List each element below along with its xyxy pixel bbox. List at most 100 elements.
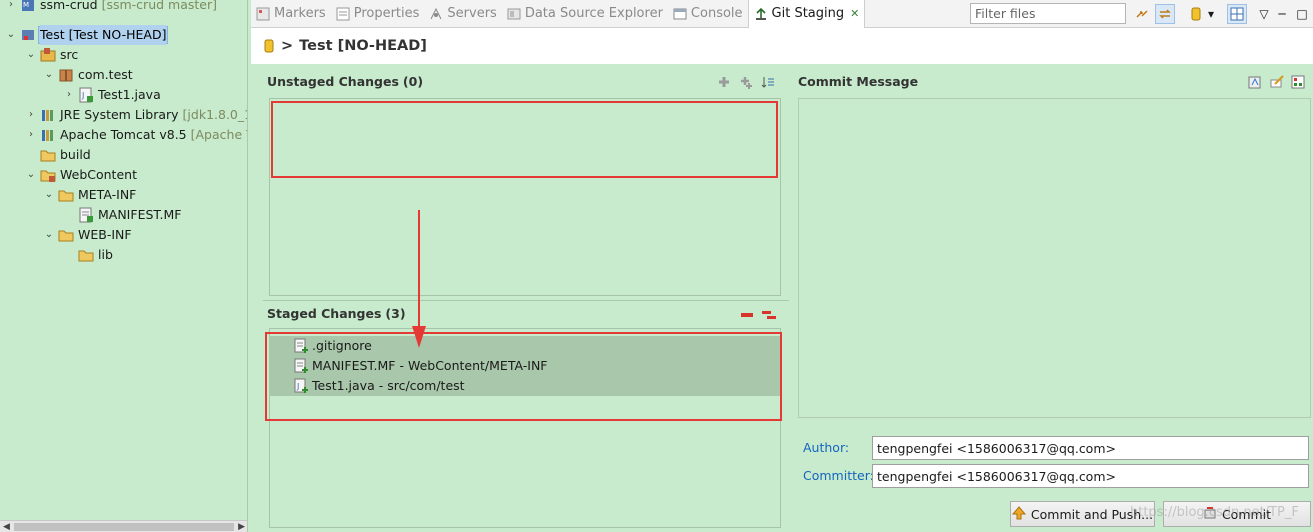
tree-item-label: META-INF	[78, 187, 137, 202]
tab-git-staging[interactable]: Git Staging ✕	[747, 0, 866, 28]
chevron-down-icon[interactable]: ⌄	[24, 165, 38, 185]
folder-icon	[40, 167, 56, 183]
scroll-left-icon[interactable]: ◀	[3, 521, 10, 532]
scrollbar-thumb[interactable]	[14, 523, 234, 531]
signed-off-icon[interactable]	[1269, 74, 1285, 90]
view-menu-icon[interactable]: ▽	[1254, 4, 1274, 24]
unstaged-count: (0)	[402, 73, 424, 89]
chevron-down-icon[interactable]: ⌄	[42, 185, 56, 205]
unstaged-header: Unstaged Changes (0)	[263, 68, 783, 94]
tree-item-label: Test [Test NO-HEAD]	[40, 25, 167, 45]
svg-text:M: M	[23, 1, 29, 9]
staged-toolbar	[739, 307, 777, 323]
tab-data-source-explorer[interactable]: Data Source Explorer	[502, 0, 668, 28]
tree-item-manifest[interactable]: MANIFEST.MF	[62, 205, 182, 225]
chevron-down-icon[interactable]: ⌄	[42, 225, 56, 245]
committer-field[interactable]	[872, 464, 1309, 488]
stage-all-icon[interactable]	[738, 74, 754, 90]
tree-item-lib[interactable]: lib	[62, 245, 113, 265]
tab-console[interactable]: Console	[668, 0, 748, 28]
tab-properties[interactable]: Properties	[331, 0, 425, 28]
tree-item-label: src	[60, 47, 79, 62]
scroll-right-icon[interactable]: ▶	[238, 521, 245, 532]
staged-count: (3)	[385, 306, 406, 321]
unstaged-list[interactable]	[269, 98, 781, 296]
tab-label: Console	[690, 6, 743, 21]
staged-file-gitignore[interactable]: .gitignore	[269, 336, 781, 356]
repository-title: Test [NO-HEAD]	[299, 38, 427, 54]
tree-item-jre[interactable]: › JRE System Library [jdk1.8.0_191	[24, 105, 247, 125]
link-selection-icon[interactable]	[1132, 4, 1152, 24]
tree-item-src[interactable]: ⌄ src	[24, 45, 78, 65]
add-change-id-icon[interactable]	[1291, 74, 1307, 90]
tree-item-test1-java[interactable]: › J Test1.java	[62, 85, 161, 105]
git-project-icon	[20, 27, 36, 43]
tab-label: Data Source Explorer	[524, 6, 663, 21]
tree-item-label: lib	[98, 247, 113, 262]
amend-icon[interactable]	[1247, 74, 1263, 90]
file-label: Test1.java - src/com/test	[312, 378, 465, 393]
tree-item-test[interactable]: ⌄ Test [Test NO-HEAD]	[4, 25, 167, 45]
stage-icon[interactable]	[716, 74, 732, 90]
chevron-down-icon[interactable]: ⌄	[24, 45, 38, 65]
horizontal-scrollbar[interactable]: ◀ ▶	[0, 520, 247, 532]
sort-icon[interactable]	[760, 74, 776, 90]
tree-item-tomcat[interactable]: › Apache Tomcat v8.5 [Apache To	[24, 125, 247, 145]
git-project-icon: M	[20, 0, 36, 13]
java-file-added-icon: J	[293, 378, 309, 394]
tree-item-meta-inf[interactable]: ⌄ META-INF	[42, 185, 137, 205]
staged-file-manifest[interactable]: MANIFEST.MF - WebContent/META-INF	[269, 356, 781, 376]
repository-icon[interactable]	[1186, 4, 1206, 24]
maximize-icon[interactable]: □	[1292, 4, 1312, 24]
watermark: https://blog.csdn.net/TP_F	[1130, 505, 1299, 520]
unstage-icon[interactable]	[739, 307, 755, 323]
git-staging-icon	[754, 7, 768, 21]
author-label: Author:	[803, 440, 850, 455]
chevron-down-icon[interactable]: ⌄	[42, 65, 56, 85]
folder-open-icon	[58, 227, 74, 243]
tree-item-label: com.test	[78, 67, 133, 82]
chevron-right-icon[interactable]: ›	[4, 0, 18, 15]
file-added-icon	[293, 358, 309, 374]
staged-list: .gitignore MANIFEST.MF - WebContent/META…	[269, 336, 781, 396]
tree-item-label: Test1.java	[98, 87, 161, 102]
staged-file-test1-java[interactable]: J Test1.java - src/com/test	[269, 376, 781, 396]
author-field[interactable]	[872, 436, 1309, 460]
tree-item-com-test[interactable]: ⌄ com.test	[42, 65, 133, 85]
chevron-right-icon[interactable]: ›	[62, 85, 76, 105]
minimize-icon[interactable]: ─	[1272, 4, 1292, 24]
push-icon	[1011, 505, 1026, 523]
unstaged-toolbar	[716, 74, 776, 90]
close-icon[interactable]: ✕	[850, 7, 859, 20]
tree-item-ssm-crud[interactable]: › M ssm-crud [ssm-crud master]	[4, 0, 217, 15]
layout-icon[interactable]	[1227, 4, 1247, 24]
console-icon	[673, 7, 687, 21]
tab-markers[interactable]: Markers	[251, 0, 331, 28]
folder-icon	[78, 247, 94, 263]
tree-item-build[interactable]: build	[24, 145, 91, 165]
tree-item-label: Apache Tomcat v8.5	[60, 127, 187, 142]
tab-label: Properties	[353, 6, 420, 21]
file-label: MANIFEST.MF - WebContent/META-INF	[312, 358, 548, 373]
tree-item-decoration: [Apache To	[190, 127, 247, 142]
project-explorer-tree: › M ssm-crud [ssm-crud master] ⌄ Test [T…	[0, 0, 248, 532]
dropdown-arrow-icon[interactable]: ▾	[1205, 4, 1217, 24]
tree-item-web-inf[interactable]: ⌄ WEB-INF	[42, 225, 132, 245]
tab-servers[interactable]: Servers	[424, 0, 501, 28]
tree-item-webcontent[interactable]: ⌄ WebContent	[24, 165, 137, 185]
chevron-down-icon[interactable]: ⌄	[4, 25, 18, 45]
properties-icon	[336, 7, 350, 21]
tab-label: Markers	[274, 6, 326, 21]
sync-icon[interactable]	[1155, 4, 1175, 24]
filter-files-input[interactable]	[970, 3, 1126, 24]
commit-message-input[interactable]	[798, 98, 1311, 418]
chevron-right-icon[interactable]: ›	[24, 125, 38, 145]
chevron-right-icon[interactable]: ›	[24, 105, 38, 125]
git-staging-view: > Test [NO-HEAD] Unstaged Changes (0) St…	[251, 28, 1313, 532]
svg-text:J: J	[296, 382, 299, 391]
commit-message-title: Commit Message	[798, 73, 919, 89]
folder-open-icon	[58, 187, 74, 203]
chevron-right-icon: >	[281, 38, 294, 54]
svg-text:J: J	[81, 91, 84, 100]
unstage-all-icon[interactable]	[761, 307, 777, 323]
